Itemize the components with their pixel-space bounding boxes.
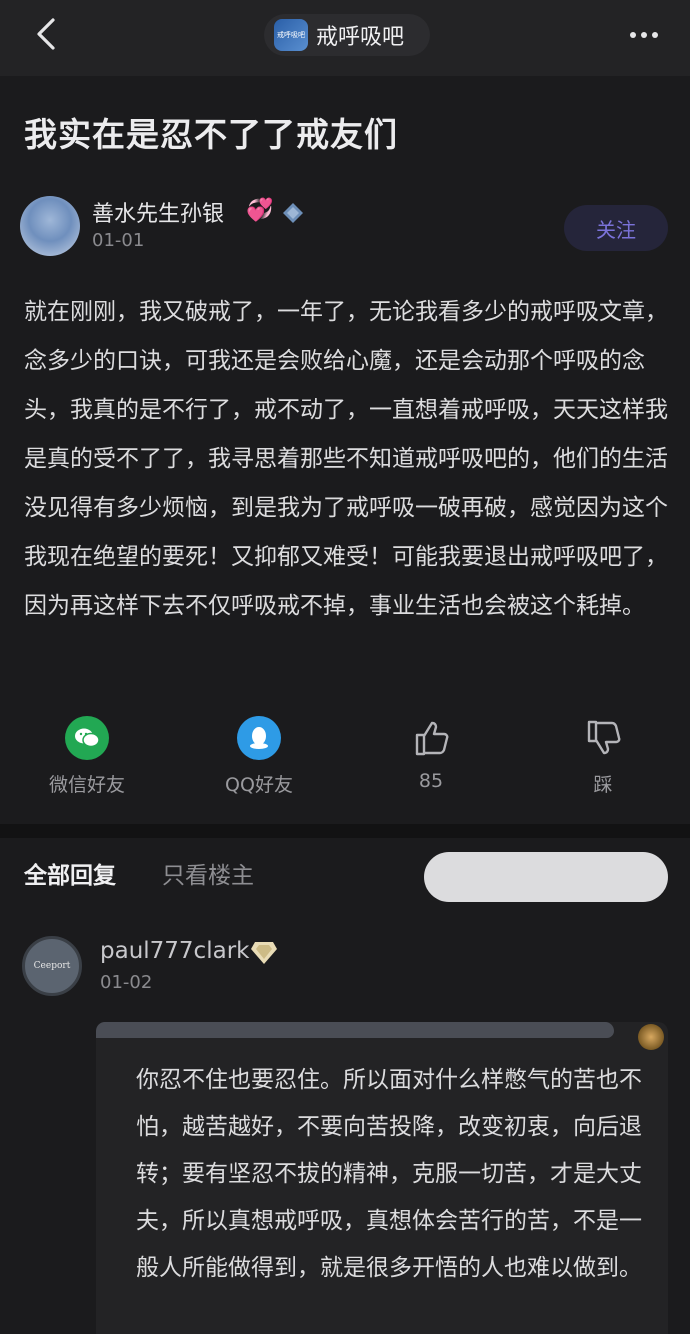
forum-logo: 戒呼吸吧 [274, 19, 308, 51]
follow-button[interactable]: 关注 [564, 205, 668, 251]
tab-all-replies[interactable]: 全部回复 [24, 856, 116, 890]
dislike-label: 踩 [593, 774, 613, 796]
share-qq-button[interactable]: QQ好友 [199, 716, 319, 797]
decoration-badge-icon [638, 1024, 664, 1050]
section-divider [0, 824, 690, 838]
post-title: 我实在是忍不了了戒友们 [24, 115, 398, 154]
diamond-badge-icon [251, 942, 277, 964]
forum-logo-text: 戒呼吸吧 [277, 31, 305, 39]
reply-username[interactable]: paul777clark [100, 938, 249, 964]
reply-avatar[interactable]: Ceeport [22, 936, 82, 996]
like-button[interactable]: 85 [371, 716, 491, 792]
dot-icon [652, 32, 658, 38]
dislike-button[interactable]: 踩 [543, 716, 663, 797]
more-options-button[interactable] [624, 20, 664, 50]
qq-label: QQ好友 [225, 774, 293, 796]
qq-icon [237, 716, 281, 760]
chevron-left-icon [37, 18, 55, 50]
top-nav-bar: 戒呼吸吧 戒呼吸吧 [0, 0, 690, 76]
share-wechat-button[interactable]: 微信好友 [27, 716, 147, 797]
like-count: 85 [418, 770, 444, 792]
wechat-label: 微信好友 [48, 774, 125, 796]
tab-op-only[interactable]: 只看楼主 [162, 856, 254, 890]
reply-avatar-text: Ceeport [33, 961, 71, 971]
post-body: 就在刚刚，我又破戒了，一年了，无论我看多少的戒呼吸文章，念多少的口诀，可我还是会… [24, 299, 668, 619]
sort-toggle[interactable] [424, 852, 668, 902]
author-avatar[interactable] [20, 196, 80, 256]
forum-name: 戒呼吸吧 [316, 25, 405, 50]
heart-badge-icon: 💞 [246, 198, 274, 223]
reply-text: 你忍不住也要忍住。所以面对什么样憋气的苦也不怕，越苦越好，不要向苦投降，改变初衷… [136, 1067, 642, 1281]
forum-entry[interactable]: 戒呼吸吧 戒呼吸吧 [264, 14, 430, 56]
dot-icon [641, 32, 647, 38]
thumbs-up-icon [415, 721, 449, 756]
reply-date: 01-02 [100, 972, 153, 993]
author-name[interactable]: 善水先生孙银 [92, 196, 224, 228]
diamond-level-icon [283, 203, 303, 223]
thumbs-down-icon [587, 720, 621, 755]
dot-icon [630, 32, 636, 38]
reply-card-header [96, 1022, 614, 1038]
post-date: 01-01 [92, 230, 145, 251]
wechat-icon [65, 716, 109, 760]
back-button[interactable] [26, 14, 66, 54]
